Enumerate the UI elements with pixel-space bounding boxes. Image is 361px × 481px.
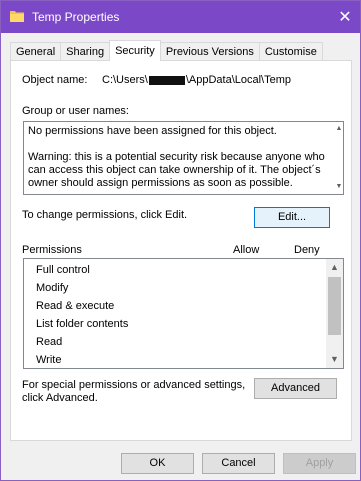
permission-read: Read [36,336,63,348]
tab-general[interactable]: General [10,42,62,61]
object-path-prefix: C:\Users\ [102,74,148,86]
no-permissions-message: No permissions have been assigned for th… [28,125,277,137]
object-path-suffix: \AppData\Local\Temp [185,74,292,86]
ok-button[interactable]: OK [121,453,194,474]
cancel-button[interactable]: Cancel [202,453,275,474]
properties-window: Temp Properties ✕ General Sharing Securi… [0,0,361,481]
permission-list-folder-contents: List folder contents [36,318,129,330]
permission-write: Write [36,354,62,366]
scrollbar-thumb[interactable] [328,277,341,335]
permissions-list[interactable]: Full control Modify Read & execute List … [23,258,344,369]
scroll-up-icon[interactable]: ▲ [335,124,343,134]
security-panel: Object name: C:\Users\ \AppData\Local\Tem… [10,60,352,441]
permission-read-execute: Read & execute [36,300,115,312]
tab-sharing[interactable]: Sharing [60,42,111,61]
advanced-button[interactable]: Advanced [254,378,337,399]
tab-strip: General Sharing Security Previous Versio… [10,40,323,61]
advanced-settings-text-2: click Advanced. [22,392,98,404]
permissions-label: Permissions [22,244,82,256]
object-name-label: Object name: [22,74,88,86]
advanced-settings-text-1: For special permissions or advanced sett… [22,379,246,391]
permission-modify: Modify [36,282,69,294]
chevron-up-icon[interactable]: ▲ [326,259,343,276]
warning-message: Warning: this is a potential security ri… [28,151,325,189]
tab-previous-versions[interactable]: Previous Versions [159,42,260,61]
allow-header: Allow [233,244,260,256]
close-button[interactable]: ✕ [330,1,360,33]
change-permissions-text: To change permissions, click Edit. [22,209,188,221]
chevron-down-icon[interactable]: ▼ [326,351,343,368]
title-bar[interactable]: Temp Properties ✕ [1,1,360,33]
permissions-scrollbar[interactable]: ▲ ▼ [326,259,343,368]
edit-button[interactable]: Edit... [254,207,330,228]
scroll-down-icon[interactable]: ▼ [335,182,343,192]
tab-customise[interactable]: Customise [258,42,323,61]
permission-full-control: Full control [36,264,90,276]
message-scrollbar[interactable]: ▲ ▼ [335,122,343,194]
tab-security[interactable]: Security [109,40,161,61]
apply-button[interactable]: Apply [283,453,356,474]
group-user-names-list[interactable]: No permissions have been assigned for th… [23,121,344,195]
close-icon: ✕ [338,9,352,26]
folder-icon [10,11,24,22]
redacted-username [148,75,185,85]
deny-header: Deny [294,244,320,256]
object-name-value: C:\Users\ \AppData\Local\Temp [102,74,291,86]
group-user-names-label: Group or user names: [22,105,129,117]
window-title: Temp Properties [32,10,120,24]
